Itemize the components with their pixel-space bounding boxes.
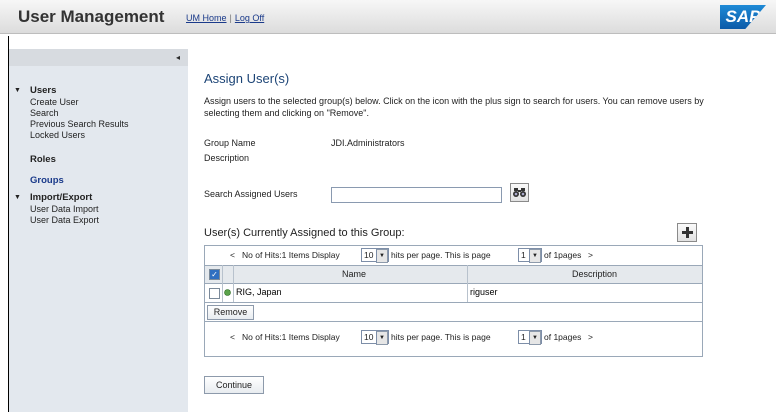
nav-item-search[interactable]: Search bbox=[30, 108, 59, 118]
table-header: ✓ Name Description bbox=[205, 265, 702, 284]
pager-bottom: < No of Hits:1 Items Display 10 ▼ hits p… bbox=[205, 328, 702, 346]
search-assigned-label: Search Assigned Users bbox=[204, 189, 298, 199]
nav-section-groups[interactable]: Groups bbox=[30, 175, 64, 186]
nav-item-locked-users[interactable]: Locked Users bbox=[30, 130, 85, 140]
assigned-users-table: < No of Hits:1 Items Display 10 ▼ hits p… bbox=[204, 245, 703, 357]
nav-item-user-data-import[interactable]: User Data Import bbox=[30, 204, 99, 214]
nav-section-import-export[interactable]: Import/Export bbox=[30, 192, 92, 203]
top-links: UM Home | Log Off bbox=[186, 13, 264, 23]
binoculars-search-button[interactable] bbox=[510, 183, 529, 202]
chevron-down-icon: ▼ bbox=[529, 249, 541, 263]
user-description-cell: riguser bbox=[470, 287, 498, 297]
link-separator: | bbox=[229, 13, 232, 23]
table-action-bar: Remove bbox=[205, 302, 702, 322]
nav-section-users[interactable]: Users bbox=[30, 85, 56, 96]
select-all-checkbox[interactable]: ✓ bbox=[209, 269, 220, 280]
expand-import-export-icon[interactable]: ▼ bbox=[14, 194, 21, 201]
group-name-label: Group Name bbox=[204, 138, 256, 148]
intro-text: Assign users to the selected group(s) be… bbox=[204, 96, 704, 118]
sidebar-toolbar: ◂ bbox=[9, 49, 188, 66]
chevron-down-icon: ▼ bbox=[376, 249, 388, 263]
page-title: Assign User(s) bbox=[204, 71, 290, 86]
header-bar: User Management UM Home | Log Off SAP bbox=[0, 0, 776, 34]
nav-item-create-user[interactable]: Create User bbox=[30, 97, 79, 107]
binoculars-icon bbox=[513, 188, 526, 197]
hits-text: No of Hits:1 Items Display bbox=[242, 332, 340, 342]
page-select[interactable]: 1 ▼ bbox=[518, 248, 542, 263]
page-value: 1 bbox=[521, 332, 526, 342]
page-select[interactable]: 1 ▼ bbox=[518, 330, 542, 345]
user-name-cell[interactable]: RIG, Japan bbox=[236, 287, 282, 297]
per-page-select[interactable]: 10 ▼ bbox=[361, 248, 389, 263]
add-users-button[interactable] bbox=[677, 223, 697, 242]
per-page-value: 10 bbox=[364, 250, 374, 260]
nav-section-roles[interactable]: Roles bbox=[30, 154, 56, 165]
pager-top: < No of Hits:1 Items Display 10 ▼ hits p… bbox=[205, 246, 702, 264]
per-page-value: 10 bbox=[364, 332, 374, 342]
um-home-link[interactable]: UM Home bbox=[186, 13, 227, 23]
collapse-sidebar-icon[interactable]: ◂ bbox=[176, 53, 180, 62]
prev-page-icon[interactable]: < bbox=[230, 332, 235, 342]
assigned-users-title: User(s) Currently Assigned to this Group… bbox=[204, 227, 405, 239]
per-page-select[interactable]: 10 ▼ bbox=[361, 330, 389, 345]
next-page-icon[interactable]: > bbox=[588, 332, 593, 342]
log-off-link[interactable]: Log Off bbox=[235, 13, 264, 23]
table-row[interactable]: RIG, Japan riguser bbox=[205, 284, 702, 301]
chevron-down-icon: ▼ bbox=[529, 331, 541, 345]
sidebar: ◂ ▼ Users Create User Search Previous Se… bbox=[9, 49, 188, 412]
prev-page-icon[interactable]: < bbox=[230, 250, 235, 260]
column-header-description: Description bbox=[572, 269, 618, 279]
plus-icon bbox=[681, 227, 693, 238]
of-pages-text: of 1pages bbox=[544, 250, 582, 260]
app-title: User Management bbox=[18, 7, 165, 26]
remove-button[interactable]: Remove bbox=[207, 305, 254, 320]
continue-button[interactable]: Continue bbox=[204, 376, 264, 394]
sap-logo: SAP bbox=[720, 5, 766, 29]
per-page-text: hits per page. This is page bbox=[391, 332, 491, 342]
search-assigned-input[interactable] bbox=[331, 187, 502, 203]
expand-users-icon[interactable]: ▼ bbox=[14, 87, 21, 94]
nav-item-previous-search-results[interactable]: Previous Search Results bbox=[30, 119, 129, 129]
of-pages-text: of 1pages bbox=[544, 332, 582, 342]
row-checkbox[interactable] bbox=[209, 288, 220, 299]
column-header-name: Name bbox=[342, 269, 367, 279]
per-page-text: hits per page. This is page bbox=[391, 250, 491, 260]
hits-text: No of Hits:1 Items Display bbox=[242, 250, 340, 260]
main-content: Assign User(s) Assign users to the selec… bbox=[188, 49, 776, 412]
description-label: Description bbox=[204, 153, 250, 163]
page-value: 1 bbox=[521, 250, 526, 260]
group-name-value: JDI.Administrators bbox=[331, 138, 405, 148]
nav-item-user-data-export[interactable]: User Data Export bbox=[30, 215, 99, 225]
chevron-down-icon: ▼ bbox=[376, 331, 388, 345]
next-page-icon[interactable]: > bbox=[588, 250, 593, 260]
status-dot-icon bbox=[224, 289, 231, 296]
